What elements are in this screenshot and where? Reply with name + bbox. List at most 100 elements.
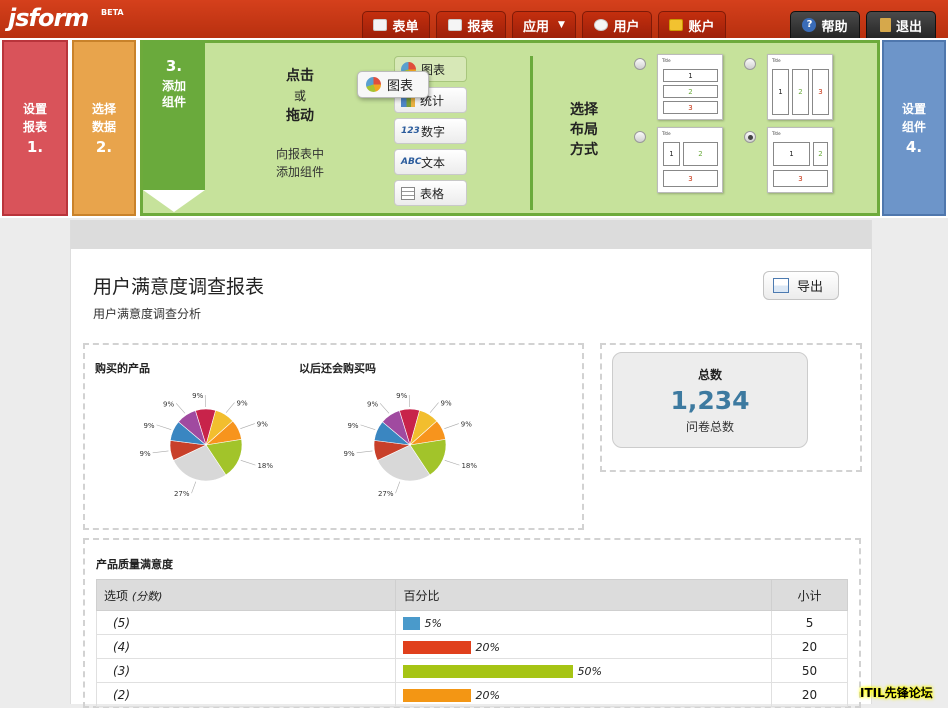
pie-leader-line [444, 424, 458, 429]
col-option-label: 选项 [104, 589, 128, 603]
app-logo[interactable]: jsform [8, 4, 88, 32]
count-cell: 20 [772, 683, 848, 707]
pie-leader-line [240, 424, 254, 429]
report-subtitle[interactable]: 用户满意度调查分析 [93, 305, 201, 322]
pie-slice-label: 9% [347, 422, 358, 430]
dragging-chart-component[interactable]: 图表 [357, 71, 429, 98]
form-icon [373, 19, 387, 31]
pie-chart-2: 9%9%9%18%27%9%9%9% [315, 375, 505, 510]
layout-option-wide-narrow[interactable]: Title 1 2 3 [767, 127, 833, 193]
layout-option-stacked[interactable]: Title 1 2 3 [657, 54, 723, 120]
count-cell: 50 [772, 659, 848, 683]
table-row: (3) 50% 50 [97, 659, 848, 683]
pie-slice-label: 9% [367, 400, 378, 408]
nav-reports[interactable]: 报表 [436, 11, 506, 38]
layout-cell: 1 [773, 142, 810, 166]
table-row: (5) 5% 5 [97, 611, 848, 635]
instruction-click: 点击 [262, 66, 338, 86]
export-label: 导出 [797, 276, 823, 295]
layout-cell: 1 [663, 69, 718, 82]
pie-chart-2-title: 以后还会购买吗 [299, 360, 376, 376]
component-number-label: 数字 [421, 123, 445, 140]
layout-cell: 3 [812, 69, 829, 115]
pie-slice-label: 18% [461, 462, 477, 470]
layout-option-columns[interactable]: Title 1 2 3 [767, 54, 833, 120]
layout-radio-4-selected[interactable] [744, 131, 756, 143]
step-4-line1: 设置 [884, 100, 944, 118]
nav-account[interactable]: 账户 [658, 11, 726, 38]
top-bar: jsform BETA 表单 报表 应用▼ 用户 账户 ? 帮助 退出 [0, 0, 948, 38]
nav-help-label: 帮助 [821, 16, 847, 35]
pie-leader-line [153, 451, 169, 453]
percent-bar [403, 641, 471, 654]
nav-logout[interactable]: 退出 [866, 11, 936, 38]
nav-users-label: 用户 [613, 16, 639, 35]
col-count: 小计 [772, 580, 848, 611]
step-4-setup-components[interactable]: 设置 组件 4. [882, 40, 946, 216]
percent-bar [403, 665, 573, 678]
nav-apps[interactable]: 应用▼ [512, 11, 576, 38]
pie-slice-label: 9% [396, 392, 407, 400]
layout-title-text: Title [772, 58, 781, 63]
pie-leader-line [445, 460, 460, 465]
beta-badge: BETA [101, 8, 124, 17]
option-cell: (5) [97, 611, 396, 635]
layout-cell: 1 [772, 69, 789, 115]
nav-help[interactable]: ? 帮助 [790, 11, 860, 38]
step-1-line1: 设置 [4, 100, 66, 118]
count-cell: 20 [772, 635, 848, 659]
layout-radio-3[interactable] [634, 131, 646, 143]
chevron-down-icon: ▼ [558, 20, 565, 30]
step-3-add-components[interactable]: 3. 添加 组件 [143, 40, 205, 190]
pie-leader-line [396, 482, 400, 494]
active-step-arrow-icon [143, 190, 205, 212]
step-3-line1: 添加 [143, 78, 205, 94]
component-text-button[interactable]: ABC文本 [394, 149, 467, 175]
nav-users[interactable]: 用户 [582, 11, 652, 38]
component-number-button[interactable]: 123数字 [394, 118, 467, 144]
step-2-select-data[interactable]: 选择 数据 2. [72, 40, 136, 216]
layout-radio-2[interactable] [744, 58, 756, 70]
help-icon: ? [802, 18, 816, 32]
table-row: (4)20%20 [97, 635, 848, 659]
export-icon [773, 278, 789, 293]
total-subtitle: 问卷总数 [613, 418, 807, 435]
percent-label: 50% [577, 665, 601, 678]
pie-chart-icon [366, 77, 381, 92]
layout-option-two-one[interactable]: Title 1 2 3 [657, 127, 723, 193]
export-button[interactable]: 导出 [763, 271, 839, 300]
count-cell: 5 [772, 611, 848, 635]
pie-leader-line [157, 425, 172, 430]
step-3-number: 3. [143, 58, 205, 74]
layout-heading-line3: 方式 [553, 140, 615, 160]
step-2-line2: 数据 [74, 118, 134, 136]
instruction-or: 或 [262, 86, 338, 106]
report-title[interactable]: 用户满意度调查报表 [93, 272, 264, 299]
percent-cell: 20% [396, 683, 772, 707]
total-card: 总数 1,234 问卷总数 [612, 352, 808, 448]
percent-label: 5% [424, 617, 441, 630]
table-row: (2)20%20 [97, 683, 848, 707]
step-4-number: 4. [884, 138, 944, 156]
pie-leader-line [357, 451, 373, 453]
pie-slice-label: 27% [378, 490, 394, 498]
percent-label: 20% [475, 641, 499, 654]
layout-cell: 2 [683, 142, 718, 166]
component-text-label: 文本 [421, 154, 445, 171]
instruction-add-line2: 添加组件 [258, 163, 342, 181]
pie-slice-label: 9% [257, 421, 268, 429]
step-3-line2: 组件 [143, 94, 205, 110]
instruction-drag: 拖动 [262, 106, 338, 126]
step-1-setup-report[interactable]: 设置 报表 1. [2, 40, 68, 216]
option-cell: (3) [97, 659, 396, 683]
nav-forms[interactable]: 表单 [362, 11, 430, 38]
watermark: ITIL先锋论坛 [860, 684, 933, 701]
table-icon [401, 187, 415, 200]
pie-slice-label: 9% [163, 400, 174, 408]
pie-chart-1: 9%9%9%18%27%9%9%9% [111, 375, 301, 510]
component-table-button[interactable]: 表格 [394, 180, 467, 206]
exit-door-icon [880, 18, 891, 32]
layout-radio-1[interactable] [634, 58, 646, 70]
step-1-line2: 报表 [4, 118, 66, 136]
report-icon [448, 19, 462, 31]
